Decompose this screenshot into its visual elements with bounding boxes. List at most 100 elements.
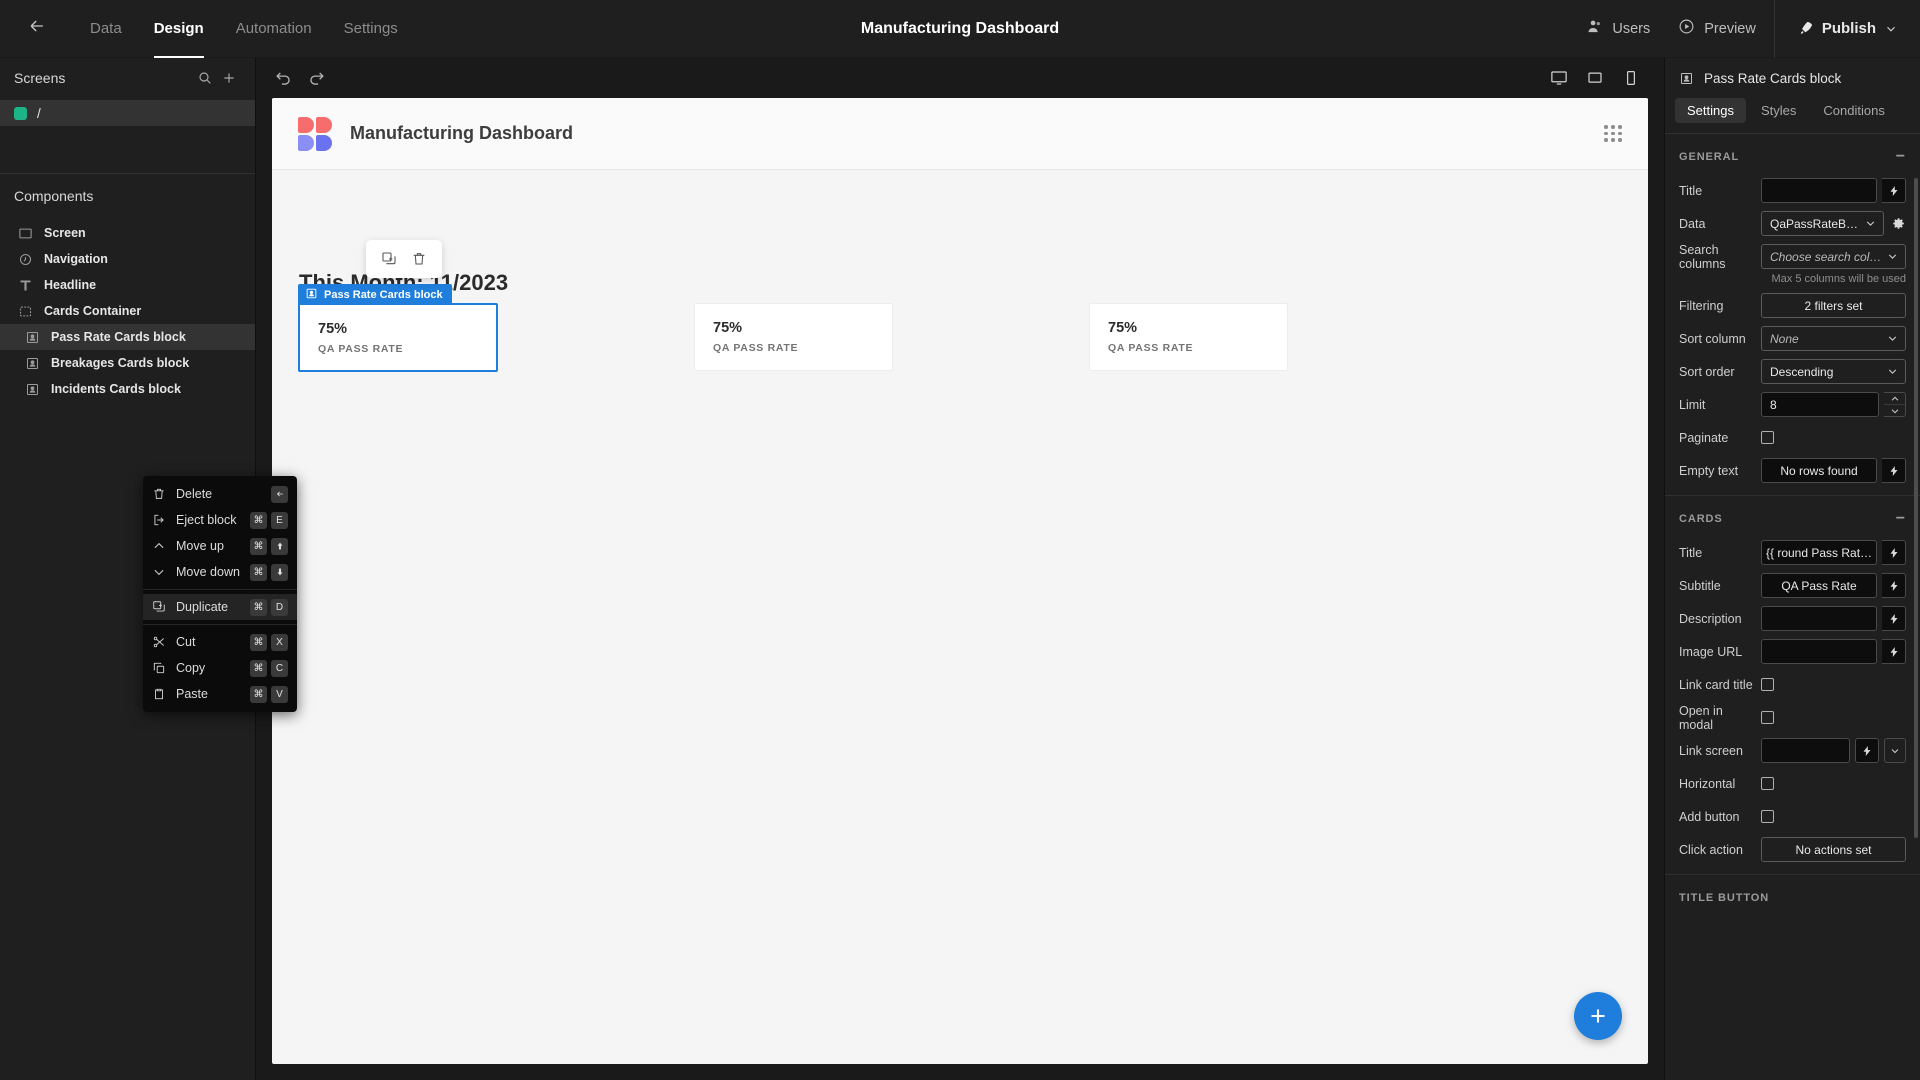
undo-icon[interactable]	[274, 69, 293, 88]
back-button[interactable]	[14, 0, 60, 58]
sort-column-select[interactable]: None	[1761, 326, 1906, 351]
paginate-checkbox[interactable]	[1761, 431, 1774, 444]
context-menu-item-duplicate[interactable]: Duplicate ⌘ D	[143, 594, 297, 620]
field-row-title: Title	[1665, 174, 1920, 207]
card-subtitle: QA PASS RATE	[318, 343, 404, 355]
card-title-input[interactable]: {{ round Pass Rat…	[1761, 540, 1877, 565]
link-screen-input[interactable]	[1761, 738, 1850, 763]
component-item-label: Headline	[44, 278, 97, 292]
nav-tab-data[interactable]: Data	[74, 0, 138, 58]
field-row-link-card-title: Link card title	[1665, 668, 1920, 701]
field-row-horizontal: Horizontal	[1665, 767, 1920, 800]
settings-scrollbar[interactable]	[1914, 178, 1918, 838]
link-card-title-checkbox[interactable]	[1761, 678, 1774, 691]
context-menu-item-move-down[interactable]: Move down ⌘	[143, 559, 297, 585]
cmd-key: ⌘	[250, 537, 267, 555]
sort-order-select[interactable]: Descending	[1761, 359, 1906, 384]
nav-tab-design[interactable]: Design	[138, 0, 220, 58]
duplicate-icon[interactable]	[376, 246, 402, 272]
add-button-checkbox[interactable]	[1761, 810, 1774, 823]
section-header-general[interactable]: GENERAL −	[1665, 140, 1920, 174]
card-image-url-input[interactable]	[1761, 639, 1877, 664]
click-action-button[interactable]: No actions set	[1761, 837, 1906, 862]
shortcut-keys: ⌘ X	[250, 633, 288, 651]
context-menu-item-cut[interactable]: Cut ⌘ X	[143, 629, 297, 655]
section-divider	[1665, 495, 1920, 496]
card-pass-rate-2[interactable]: 75% QA PASS RATE	[694, 303, 893, 371]
component-item-incidents-cards-block[interactable]: Incidents Cards block	[0, 376, 255, 402]
binding-bolt-icon[interactable]	[1882, 573, 1906, 598]
tablet-icon[interactable]	[1580, 64, 1610, 92]
chevron-down-icon	[152, 565, 166, 579]
app-preview-canvas[interactable]: Manufacturing Dashboard This Month: 11/2…	[272, 98, 1648, 1064]
grip-icon[interactable]	[1604, 125, 1622, 142]
component-item-pass-rate-cards-block[interactable]: Pass Rate Cards block	[0, 324, 255, 350]
binding-bolt-icon[interactable]	[1882, 540, 1906, 565]
field-label: Image URL	[1679, 644, 1743, 659]
tab-conditions[interactable]: Conditions	[1811, 98, 1896, 123]
horizontal-checkbox[interactable]	[1761, 777, 1774, 790]
publish-button[interactable]: Publish	[1779, 0, 1920, 58]
add-component-fab[interactable]	[1574, 992, 1622, 1040]
stepper-down-icon[interactable]	[1884, 405, 1905, 416]
search-icon[interactable]	[193, 70, 217, 86]
components-tree: Screen Navigation Headline Cards Contain…	[0, 218, 255, 402]
context-menu-item-label: Copy	[176, 661, 206, 675]
empty-text-input[interactable]: No rows found	[1761, 458, 1877, 483]
context-menu-item-copy[interactable]: Copy ⌘ C	[143, 655, 297, 681]
preview-site-title: Manufacturing Dashboard	[350, 123, 574, 143]
card-pass-rate-3[interactable]: 75% QA PASS RATE	[1089, 303, 1288, 371]
context-menu-item-paste[interactable]: Paste ⌘ V	[143, 681, 297, 707]
preview-navigation[interactable]: Manufacturing Dashboard	[272, 98, 1648, 170]
binding-bolt-icon[interactable]	[1855, 738, 1879, 763]
data-source-select[interactable]: QaPassRateBy…	[1761, 211, 1884, 236]
component-item-cards-container[interactable]: Cards Container	[0, 298, 255, 324]
card-pass-rate-selected[interactable]: Pass Rate Cards block 75% QA PASS RATE	[298, 284, 498, 372]
trash-icon[interactable]	[406, 246, 432, 272]
card-value: 75%	[713, 320, 743, 336]
limit-stepper[interactable]	[1884, 392, 1906, 417]
nav-tab-automation[interactable]: Automation	[220, 0, 328, 58]
binding-bolt-icon[interactable]	[1882, 178, 1906, 203]
redo-icon[interactable]	[307, 69, 326, 88]
search-columns-select[interactable]: Choose search col…	[1761, 244, 1906, 269]
card-spacer	[498, 303, 694, 372]
section-header-cards[interactable]: CARDS −	[1665, 502, 1920, 536]
desktop-icon[interactable]	[1544, 64, 1574, 92]
section-header-title-button[interactable]: TITLE BUTTON	[1665, 881, 1920, 915]
context-menu-item-delete[interactable]: Delete	[143, 481, 297, 507]
gear-icon[interactable]	[1889, 216, 1906, 231]
link-screen-dropdown-icon[interactable]	[1884, 738, 1906, 763]
component-item-navigation[interactable]: Navigation	[0, 246, 255, 272]
component-item-headline[interactable]: Headline	[0, 272, 255, 298]
open-in-modal-checkbox[interactable]	[1761, 711, 1774, 724]
component-item-label: Breakages Cards block	[51, 356, 190, 370]
tab-styles[interactable]: Styles	[1749, 98, 1808, 123]
users-button[interactable]: Users	[1572, 0, 1664, 58]
binding-bolt-icon[interactable]	[1882, 458, 1906, 483]
letter-key: D	[271, 598, 288, 616]
filtering-button[interactable]: 2 filters set	[1761, 293, 1906, 318]
history-controls	[274, 69, 326, 88]
card-subtitle-input[interactable]: QA Pass Rate	[1761, 573, 1877, 598]
component-item-breakages-cards-block[interactable]: Breakages Cards block	[0, 350, 255, 376]
limit-input[interactable]: 8	[1761, 392, 1879, 417]
add-screen-icon[interactable]	[217, 70, 241, 86]
nav-tab-settings[interactable]: Settings	[328, 0, 414, 58]
binding-bolt-icon[interactable]	[1882, 639, 1906, 664]
title-input[interactable]	[1761, 178, 1877, 203]
collapse-icon[interactable]: −	[1896, 511, 1906, 527]
card-description-input[interactable]	[1761, 606, 1877, 631]
context-menu-item-move-up[interactable]: Move up ⌘	[143, 533, 297, 559]
context-menu-item-eject-block[interactable]: Eject block ⌘ E	[143, 507, 297, 533]
screen-item-root[interactable]: /	[0, 100, 255, 126]
cmd-key: ⌘	[250, 685, 267, 703]
preview-button[interactable]: Preview	[1664, 0, 1770, 58]
component-item-screen[interactable]: Screen	[0, 220, 255, 246]
collapse-icon[interactable]: −	[1896, 149, 1906, 165]
field-row-search-columns: Search columns Choose search col…	[1665, 240, 1920, 273]
tab-settings[interactable]: Settings	[1675, 98, 1746, 123]
binding-bolt-icon[interactable]	[1882, 606, 1906, 631]
stepper-up-icon[interactable]	[1884, 393, 1905, 405]
mobile-icon[interactable]	[1616, 64, 1646, 92]
